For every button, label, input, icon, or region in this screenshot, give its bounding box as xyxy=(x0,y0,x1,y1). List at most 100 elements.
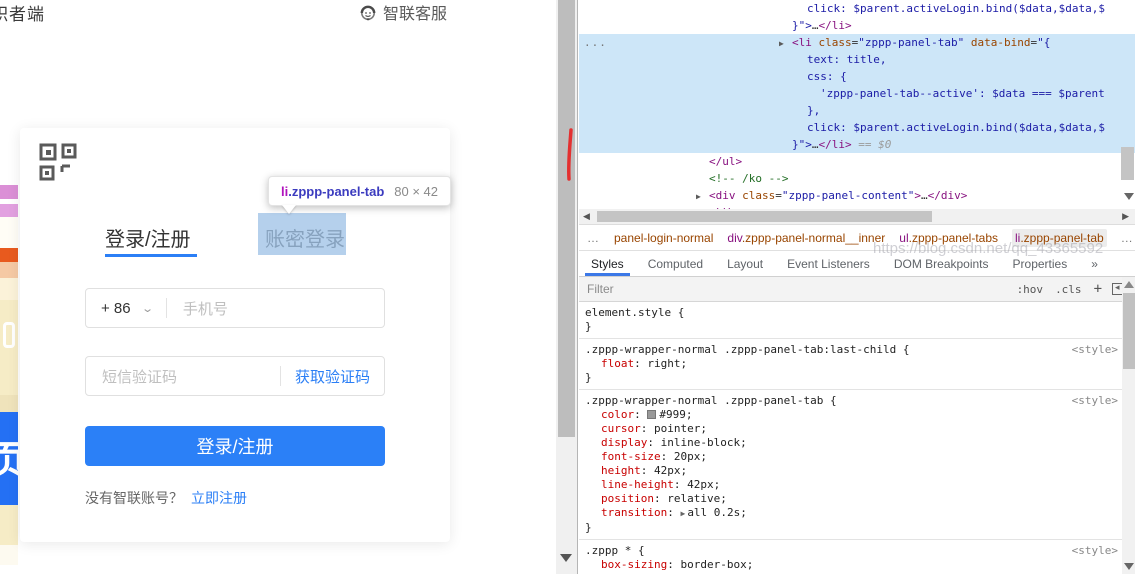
toggle-element-state-button[interactable]: :hov xyxy=(1017,283,1044,296)
expand-arrow-icon[interactable]: ▶ xyxy=(696,188,701,205)
css-selector[interactable]: element.style { xyxy=(585,306,1116,320)
code-text: </ul> xyxy=(709,153,742,170)
css-property[interactable]: transition: ▶all 0.2s; xyxy=(585,506,1116,521)
elements-vscrollbar-down-arrow[interactable] xyxy=(1124,193,1134,200)
breadcrumb-overflow[interactable]: … xyxy=(1121,231,1134,245)
styles-pane: element.style {}<style>.zppp-wrapper-nor… xyxy=(579,302,1122,574)
css-selector[interactable]: .zppp * { xyxy=(585,544,1116,558)
code-text: <li class="zppp-panel-tab" data-bind="{ xyxy=(792,34,1050,51)
tab-login-register[interactable]: 登录/注册 xyxy=(105,223,191,252)
code-line[interactable]: text: title, xyxy=(579,51,1135,68)
register-now-link[interactable]: 立即注册 xyxy=(191,490,247,506)
elements-vscrollbar-thumb[interactable] xyxy=(1121,147,1134,180)
page-scrollbar-down-arrow[interactable] xyxy=(560,554,572,562)
code-line[interactable]: ▶ <div class="zppp-panel-content">…</div> xyxy=(579,187,1135,204)
devtools-tab-layout[interactable]: Layout xyxy=(715,251,775,276)
breadcrumb-item[interactable]: ul.zppp-panel-tabs xyxy=(899,231,998,245)
login-page: 职者端 智联客服 页 登录/注册 xyxy=(0,0,556,574)
login-register-button[interactable]: 登录/注册 xyxy=(85,426,385,466)
filter-input[interactable]: Filter xyxy=(587,282,1005,296)
css-rule-close: } xyxy=(585,320,1116,334)
css-rule-close: } xyxy=(585,521,1116,535)
devtools-tab--[interactable]: » xyxy=(1079,251,1110,276)
css-property[interactable]: display: inline-block; xyxy=(585,436,1116,450)
devtools-tab-dom-breakpoints[interactable]: DOM Breakpoints xyxy=(882,251,1001,276)
active-tab-underline xyxy=(105,254,197,257)
code-line[interactable]: 'zppp-panel-tab--active': $data === $par… xyxy=(579,85,1135,102)
country-code-select[interactable]: + 86 xyxy=(101,300,131,317)
devtools-tab-computed[interactable]: Computed xyxy=(636,251,715,276)
code-line[interactable]: }">…</li> xyxy=(579,17,1135,34)
banner-band xyxy=(0,262,18,278)
css-rule: <style>.zppp-wrapper-normal .zppp-panel-… xyxy=(579,339,1122,390)
stylesheet-link[interactable]: <style> xyxy=(1072,394,1118,408)
code-text: }">…</li> xyxy=(792,17,852,34)
css-property[interactable]: font-size: 20px; xyxy=(585,450,1116,464)
breadcrumb-item[interactable]: div.zppp-panel-normal__inner xyxy=(727,231,885,245)
expand-arrow-icon[interactable]: ▶ xyxy=(779,35,784,52)
stylesheet-link[interactable]: <style> xyxy=(1072,544,1118,558)
hscroll-right-arrow[interactable]: ▶ xyxy=(1122,211,1129,222)
breadcrumb-overflow[interactable]: … xyxy=(587,231,600,245)
code-text: click: $parent.activeLogin.bind($data,$d… xyxy=(807,119,1105,136)
hscroll-left-arrow[interactable]: ◀ xyxy=(583,211,590,222)
banner-band xyxy=(0,185,18,199)
devtools-tab-event-listeners[interactable]: Event Listeners xyxy=(775,251,882,276)
css-rule: <style>.zppp * {box-sizing: border-box; xyxy=(579,540,1122,574)
brand-text: 职者端 xyxy=(0,0,45,25)
css-property[interactable]: position: relative; xyxy=(585,492,1116,506)
css-selector[interactable]: .zppp-wrapper-normal .zppp-panel-tab { xyxy=(585,394,1116,408)
breadcrumb-item[interactable]: panel-login-normal xyxy=(614,231,713,245)
stylesheet-link[interactable]: <style> xyxy=(1072,343,1118,357)
new-style-rule-button[interactable]: + xyxy=(1094,281,1102,297)
css-rule: element.style {} xyxy=(579,302,1122,339)
code-line[interactable]: css: { xyxy=(579,68,1135,85)
elements-hscrollbar[interactable]: ◀ ▶ xyxy=(579,209,1135,224)
screenshot-root: 职者端 智联客服 页 登录/注册 xyxy=(0,0,1135,574)
styles-scrollbar-up-arrow[interactable] xyxy=(1124,281,1134,288)
code-line[interactable]: }, xyxy=(579,102,1135,119)
inspect-highlight-overlay xyxy=(258,213,346,255)
phone-input[interactable]: 手机号 xyxy=(183,298,228,319)
element-classes-button[interactable]: .cls xyxy=(1055,283,1082,296)
css-property[interactable]: height: 42px; xyxy=(585,464,1116,478)
get-code-button[interactable]: 获取验证码 xyxy=(295,366,370,387)
chevron-down-icon[interactable]: ⌄ xyxy=(141,302,154,315)
css-rule-close: } xyxy=(585,371,1116,385)
css-property[interactable]: float: right; xyxy=(585,357,1116,371)
code-line[interactable]: <!-- /ko --> xyxy=(579,170,1135,187)
code-line[interactable]: click: $parent.activeLogin.bind($data,$d… xyxy=(579,0,1135,17)
breadcrumb: … panel-login-normal div.zppp-panel-normal… xyxy=(579,224,1135,250)
gutter-ellipsis[interactable]: ... xyxy=(584,34,607,51)
page-scrollbar-thumb[interactable] xyxy=(558,0,575,437)
promo-banner-sliver: 页 xyxy=(0,185,18,565)
expand-value-icon[interactable]: ▶ xyxy=(680,509,685,518)
banner-band xyxy=(0,545,18,565)
sms-code-input[interactable]: 短信验证码 xyxy=(102,366,177,387)
code-line[interactable]: </ul> xyxy=(579,153,1135,170)
code-line[interactable]: ... ▶ <li class="zppp-panel-tab" data-bind… xyxy=(579,34,1135,51)
page-scrollbar[interactable] xyxy=(556,0,577,574)
code-text: <div class="zppp-panel-content">…</div> xyxy=(709,187,967,204)
code-line[interactable]: click: $parent.activeLogin.bind($data,$d… xyxy=(579,119,1135,136)
devtools-tab-styles[interactable]: Styles xyxy=(579,251,636,276)
hscroll-thumb[interactable] xyxy=(597,211,932,222)
color-swatch[interactable] xyxy=(647,410,656,419)
css-property[interactable]: cursor: pointer; xyxy=(585,422,1116,436)
styles-scrollbar[interactable] xyxy=(1122,277,1135,574)
css-property[interactable]: line-height: 42px; xyxy=(585,478,1116,492)
qr-login-toggle-icon[interactable] xyxy=(38,142,78,184)
devtools-tab-properties[interactable]: Properties xyxy=(1001,251,1080,276)
customer-service-link[interactable]: 智联客服 xyxy=(358,0,447,24)
banner-band xyxy=(0,204,18,217)
breadcrumb-item[interactable]: li.zppp-panel-tab xyxy=(1012,229,1107,247)
inspect-tooltip: li.zppp-panel-tab 80 × 42 xyxy=(268,176,451,206)
styles-scrollbar-down-arrow[interactable] xyxy=(1124,563,1134,570)
banner-glyph: 页 xyxy=(0,428,18,486)
code-line[interactable]: }">…</li> == $0 xyxy=(579,136,1135,153)
banner-band xyxy=(0,395,18,412)
css-property[interactable]: box-sizing: border-box; xyxy=(585,558,1116,572)
styles-scrollbar-thumb[interactable] xyxy=(1123,293,1135,369)
css-property[interactable]: color: #999; xyxy=(585,408,1116,422)
css-selector[interactable]: .zppp-wrapper-normal .zppp-panel-tab:las… xyxy=(585,343,1116,357)
